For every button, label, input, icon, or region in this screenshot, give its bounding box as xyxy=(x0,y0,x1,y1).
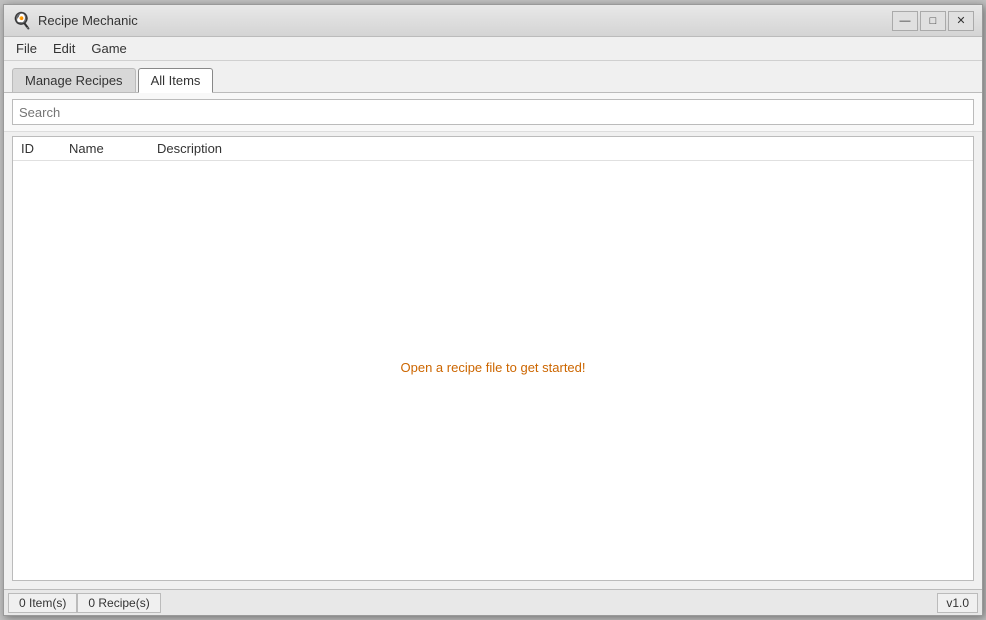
empty-message: Open a recipe file to get started! xyxy=(13,161,973,574)
status-recipes-count: 0 Recipe(s) xyxy=(77,593,160,613)
content-area: ID Name Description Open a recipe file t… xyxy=(4,132,982,589)
status-version: v1.0 xyxy=(937,593,978,613)
column-header-name: Name xyxy=(69,141,149,156)
app-icon: 🍳 xyxy=(12,11,32,31)
title-bar: 🍳 Recipe Mechanic — □ ✕ xyxy=(4,5,982,37)
search-bar xyxy=(4,93,982,132)
table-header: ID Name Description xyxy=(13,137,973,161)
close-button[interactable]: ✕ xyxy=(948,11,974,31)
minimize-button[interactable]: — xyxy=(892,11,918,31)
menu-game[interactable]: Game xyxy=(83,37,134,60)
search-input[interactable] xyxy=(12,99,974,125)
menu-file[interactable]: File xyxy=(8,37,45,60)
window-title: Recipe Mechanic xyxy=(38,13,892,28)
tab-all-items[interactable]: All Items xyxy=(138,68,214,93)
main-window: 🍳 Recipe Mechanic — □ ✕ File Edit Game M… xyxy=(3,4,983,616)
column-header-id: ID xyxy=(21,141,61,156)
table-body: Open a recipe file to get started! xyxy=(13,161,973,574)
maximize-button[interactable]: □ xyxy=(920,11,946,31)
status-bar: 0 Item(s) 0 Recipe(s) v1.0 xyxy=(4,589,982,615)
menu-bar: File Edit Game xyxy=(4,37,982,61)
window-controls: — □ ✕ xyxy=(892,11,974,31)
status-items-count: 0 Item(s) xyxy=(8,593,77,613)
tab-manage-recipes[interactable]: Manage Recipes xyxy=(12,68,136,92)
menu-edit[interactable]: Edit xyxy=(45,37,83,60)
table-container: ID Name Description Open a recipe file t… xyxy=(12,136,974,581)
column-header-description: Description xyxy=(157,141,965,156)
tabs-bar: Manage Recipes All Items xyxy=(4,61,982,93)
